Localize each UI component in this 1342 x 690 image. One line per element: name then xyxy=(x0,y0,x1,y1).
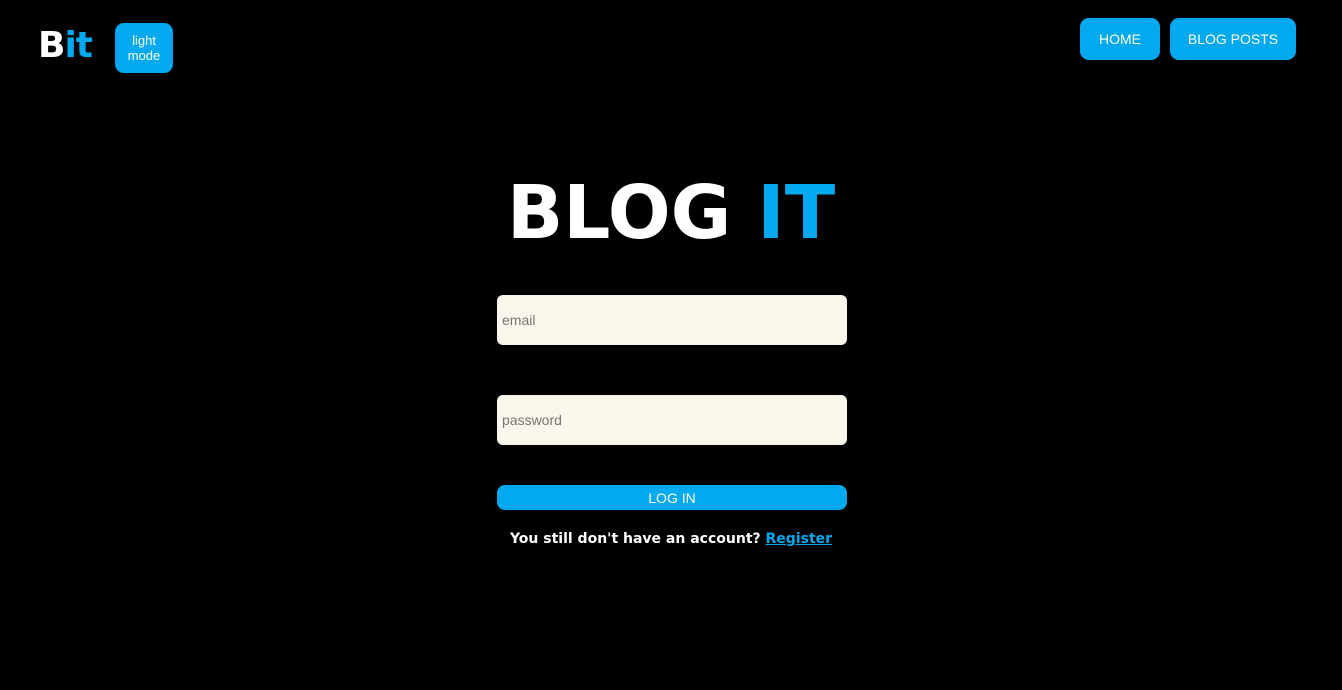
register-prompt-line: You still don't have an account? Registe… xyxy=(0,529,1342,549)
title-blog: BLOG xyxy=(506,170,758,256)
email-field[interactable] xyxy=(497,295,847,345)
site-logo[interactable]: Bit xyxy=(38,25,93,66)
log-in-button[interactable]: LOG IN xyxy=(497,485,847,510)
home-nav-button[interactable]: HOME xyxy=(1080,18,1160,60)
login-page: Bit light mode HOME BLOG POSTS BLOG IT L… xyxy=(0,0,1342,690)
title-it: IT xyxy=(757,170,836,256)
blog-posts-nav-button[interactable]: BLOG POSTS xyxy=(1170,18,1296,60)
register-prompt-text: You still don't have an account? xyxy=(509,531,761,547)
logo-letter-b: B xyxy=(38,25,65,66)
light-mode-toggle-button[interactable]: light mode xyxy=(115,23,173,73)
register-link[interactable]: Register xyxy=(766,531,833,547)
page-title: BLOG IT xyxy=(0,170,1342,256)
logo-letters-it: it xyxy=(64,25,93,66)
password-field[interactable] xyxy=(497,395,847,445)
